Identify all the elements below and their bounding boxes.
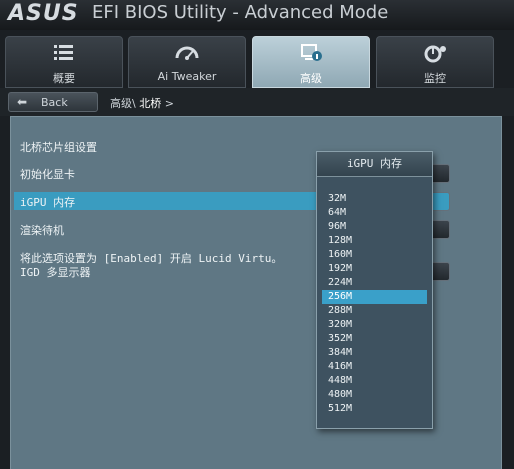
tab-ai-tweaker[interactable]: Ai Tweaker xyxy=(128,36,246,88)
speedometer-icon xyxy=(129,43,245,63)
dropdown-option[interactable]: 384M xyxy=(322,346,427,360)
setting-init-graphics-label[interactable]: 初始化显卡 xyxy=(20,166,75,182)
app-title: EFI BIOS Utility - Advanced Mode xyxy=(92,2,389,23)
breadcrumb: 高级\ 北桥 > xyxy=(110,95,174,111)
main-tabs: 概要 Ai Tweaker 高级 监控 xyxy=(0,36,514,88)
cpu-info-icon xyxy=(253,43,369,63)
dropdown-option-selected[interactable]: 256M xyxy=(322,290,427,304)
asus-logo: ASUS xyxy=(8,1,79,26)
igpu-memory-dropdown: iGPU 内存 32M 64M 96M 128M 160M 192M 224M … xyxy=(316,151,433,429)
setting-igd-multi-monitor-label[interactable]: IGD 多显示器 xyxy=(20,264,91,280)
dropdown-option-list: 32M 64M 96M 128M 160M 192M 224M 256M 288… xyxy=(322,192,427,416)
tab-monitor[interactable]: 监控 xyxy=(376,36,494,88)
dropdown-option[interactable]: 480M xyxy=(322,388,427,402)
breadcrumb-arrow: > xyxy=(164,97,174,110)
gauge-fan-icon xyxy=(377,43,493,63)
tab-label: Ai Tweaker xyxy=(157,70,217,83)
dropdown-option[interactable]: 448M xyxy=(322,374,427,388)
dropdown-title: iGPU 内存 xyxy=(317,152,432,177)
breadcrumb-parent[interactable]: 高级\ xyxy=(110,97,136,110)
dropdown-option[interactable]: 416M xyxy=(322,360,427,374)
dropdown-option[interactable]: 352M xyxy=(322,332,427,346)
tab-label: 监控 xyxy=(424,72,446,85)
dropdown-option[interactable]: 32M xyxy=(322,192,427,206)
nav-bar: ⬅ Back 高级\ 北桥 > xyxy=(0,88,514,116)
dropdown-option[interactable]: 320M xyxy=(322,318,427,332)
tab-label: 高级 xyxy=(300,72,322,85)
tab-overview[interactable]: 概要 xyxy=(5,36,123,88)
breadcrumb-current: 北桥 xyxy=(139,97,162,110)
list-icon xyxy=(6,43,122,63)
setting-render-standby-label[interactable]: 渲染待机 xyxy=(20,222,64,238)
dropdown-option[interactable]: 512M xyxy=(322,402,427,416)
tab-advanced[interactable]: 高级 xyxy=(252,36,370,88)
back-button[interactable]: ⬅ Back xyxy=(8,92,98,112)
title-bar: ASUS EFI BIOS Utility - Advanced Mode xyxy=(0,0,514,30)
tab-label: 概要 xyxy=(53,72,75,85)
dropdown-option[interactable]: 288M xyxy=(322,304,427,318)
dropdown-option[interactable]: 224M xyxy=(322,276,427,290)
dropdown-option[interactable]: 160M xyxy=(322,248,427,262)
back-label: Back xyxy=(41,96,68,109)
dropdown-option[interactable]: 64M xyxy=(322,206,427,220)
setting-igpu-memory-label[interactable]: iGPU 内存 xyxy=(20,194,75,210)
back-arrow-icon: ⬅ xyxy=(17,95,28,109)
section-title: 北桥芯片组设置 xyxy=(20,141,97,154)
dropdown-option[interactable]: 128M xyxy=(322,234,427,248)
dropdown-option[interactable]: 192M xyxy=(322,262,427,276)
dropdown-option[interactable]: 96M xyxy=(322,220,427,234)
